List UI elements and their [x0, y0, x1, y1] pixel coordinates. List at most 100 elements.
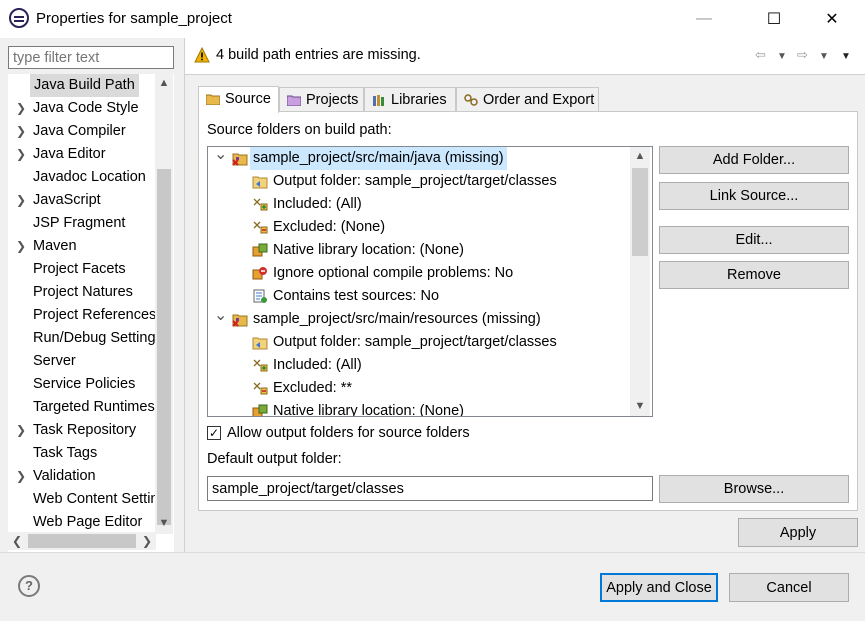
edit-button[interactable]: Edit...: [659, 226, 849, 254]
sidebar-item[interactable]: Web Content Settings: [8, 488, 156, 511]
sidebar-item[interactable]: Project Natures: [8, 281, 156, 304]
chevron-right-icon[interactable]: ❯: [16, 97, 26, 120]
chevron-right-icon[interactable]: ❯: [16, 189, 26, 212]
sidebar-item[interactable]: Project References: [8, 304, 156, 327]
header-message: 4 build path entries are missing.: [216, 47, 421, 63]
sidebar-item[interactable]: Java Build Path: [8, 74, 156, 97]
sidebar-item[interactable]: Web Page Editor: [8, 511, 156, 534]
scroll-left-icon[interactable]: ❮: [8, 532, 26, 550]
source-row-label: Contains test sources: No: [273, 288, 440, 304]
chevron-right-icon[interactable]: ❯: [16, 419, 26, 442]
output-folder-icon: [252, 337, 268, 350]
help-icon[interactable]: ?: [18, 575, 40, 597]
native-library-icon: [252, 404, 268, 416]
chevron-down-icon[interactable]: ⌄: [214, 147, 227, 166]
scroll-down-icon[interactable]: ▼: [630, 397, 650, 415]
chevron-right-icon[interactable]: ❯: [16, 465, 26, 488]
window-title: Properties for sample_project: [36, 10, 232, 27]
minimize-icon[interactable]: —: [681, 0, 727, 38]
sidebar-item[interactable]: ❯ Java Code Style: [8, 97, 156, 120]
tab-source[interactable]: Source: [198, 86, 279, 113]
sidebar-item[interactable]: ❯ JavaScript: [8, 189, 156, 212]
sidebar-item[interactable]: Task Tags: [8, 442, 156, 465]
native-library-icon: [252, 243, 268, 257]
scroll-up-icon[interactable]: ▲: [155, 74, 173, 92]
source-attribute-row[interactable]: Output folder: sample_project/target/cla…: [208, 331, 628, 354]
sidebar-item[interactable]: JSP Fragment: [8, 212, 156, 235]
close-icon[interactable]: ✕: [809, 0, 855, 38]
filter-input[interactable]: [8, 46, 174, 69]
output-folder-icon: [252, 176, 268, 189]
scroll-down-icon[interactable]: ▼: [155, 514, 173, 532]
source-row-label: sample_project/src/main/resources (missi…: [253, 311, 541, 327]
source-folder-row[interactable]: ⌄ sample_project/src/main/java (missing): [208, 147, 628, 170]
tab-projects[interactable]: Projects: [279, 87, 364, 112]
default-output-field[interactable]: [207, 476, 653, 501]
sidebar-item-label: JavaScript: [33, 192, 101, 208]
sidebar-item[interactable]: ❯ Maven: [8, 235, 156, 258]
source-attribute-row[interactable]: Ignore optional compile problems: No: [208, 262, 628, 285]
scroll-thumb[interactable]: [632, 168, 648, 256]
allow-output-folders-checkbox[interactable]: ✓: [207, 426, 221, 440]
tab-libraries[interactable]: Libraries: [364, 87, 456, 112]
maximize-icon[interactable]: ☐: [751, 0, 797, 38]
chevron-right-icon[interactable]: ❯: [16, 143, 26, 166]
scroll-thumb[interactable]: [28, 534, 136, 548]
exclusion-filter-icon: [253, 221, 268, 234]
source-row-label: Ignore optional compile problems: No: [273, 265, 514, 281]
link-source-button[interactable]: Link Source...: [659, 182, 849, 210]
source-attribute-row[interactable]: Excluded: **: [208, 377, 628, 400]
view-menu-icon[interactable]: ▼: [841, 51, 851, 62]
sidebar-item-label: Targeted Runtimes: [33, 399, 155, 415]
scroll-up-icon[interactable]: ▲: [630, 147, 650, 165]
chevron-right-icon[interactable]: ❯: [16, 120, 26, 143]
source-folder-row[interactable]: ⌄ sample_project/src/main/resources (miss…: [208, 307, 628, 331]
source-tree-scrollbar[interactable]: ▲ ▼: [630, 147, 650, 416]
source-row-label: Output folder: sample_project/target/cla…: [273, 334, 557, 350]
sidebar-item[interactable]: Project Facets: [8, 258, 156, 281]
sidebar-item[interactable]: Targeted Runtimes: [8, 396, 156, 419]
tree-horizontal-scrollbar[interactable]: ❮ ❯: [8, 532, 156, 550]
back-arrow-icon[interactable]: ⇦: [755, 47, 766, 63]
missing-source-folder-icon: [232, 153, 248, 166]
chevron-down-icon[interactable]: ⌄: [214, 304, 227, 327]
source-row-label: Included: (All): [273, 196, 362, 212]
add-folder-button[interactable]: Add Folder...: [659, 146, 849, 174]
sidebar-item-label: Server: [33, 353, 76, 369]
browse-button[interactable]: Browse...: [659, 475, 849, 503]
tree-vertical-scrollbar[interactable]: ▲ ▼: [155, 74, 173, 534]
tab-libraries-label: Libraries: [391, 92, 447, 108]
sidebar-item[interactable]: ❯ Java Editor: [8, 143, 156, 166]
source-attribute-row[interactable]: Native library location: (None): [208, 239, 628, 262]
apply-button[interactable]: Apply: [738, 518, 858, 547]
forward-arrow-icon[interactable]: ⇨: [797, 47, 808, 63]
source-attribute-row[interactable]: Output folder: sample_project/target/cla…: [208, 170, 628, 193]
sidebar-item[interactable]: Server: [8, 350, 156, 373]
chevron-right-icon[interactable]: ❯: [16, 235, 26, 258]
scroll-right-icon[interactable]: ❯: [138, 532, 156, 550]
source-attribute-row[interactable]: Contains test sources: No: [208, 285, 628, 308]
sidebar-item-label: Run/Debug Settings: [33, 330, 156, 346]
forward-dropdown-icon[interactable]: ▼: [819, 51, 829, 62]
sidebar-item[interactable]: Javadoc Location: [8, 166, 156, 189]
sidebar-item[interactable]: Run/Debug Settings: [8, 327, 156, 350]
cancel-button[interactable]: Cancel: [729, 573, 849, 602]
default-output-label: Default output folder:: [207, 451, 342, 467]
sidebar-item[interactable]: ❯ Java Compiler: [8, 120, 156, 143]
apply-and-close-button[interactable]: Apply and Close: [600, 573, 718, 602]
scroll-thumb[interactable]: [157, 169, 171, 525]
source-row-label: Native library location: (None): [273, 242, 464, 258]
back-dropdown-icon[interactable]: ▼: [777, 51, 787, 62]
tab-source-label: Source: [225, 91, 271, 107]
sidebar-item[interactable]: ❯ Validation: [8, 465, 156, 488]
remove-button[interactable]: Remove: [659, 261, 849, 289]
source-folders-label: Source folders on build path:: [207, 122, 392, 138]
source-attribute-row[interactable]: Native library location: (None): [208, 400, 628, 416]
source-row-label: sample_project/src/main/java (missing): [250, 147, 507, 170]
source-attribute-row[interactable]: Included: (All): [208, 354, 628, 377]
sidebar-item[interactable]: ❯ Task Repository: [8, 419, 156, 442]
source-attribute-row[interactable]: Excluded: (None): [208, 216, 628, 239]
source-attribute-row[interactable]: Included: (All): [208, 193, 628, 216]
sidebar-item[interactable]: Service Policies: [8, 373, 156, 396]
tab-order-export[interactable]: Order and Export: [456, 87, 599, 112]
